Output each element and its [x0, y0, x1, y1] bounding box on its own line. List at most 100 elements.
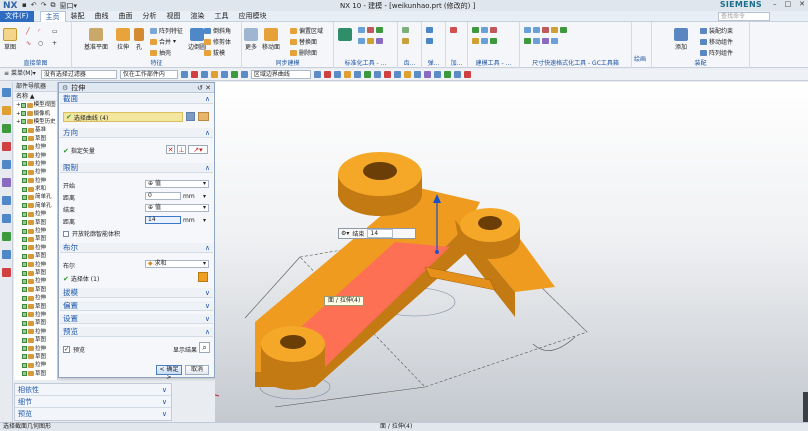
shell-button[interactable]: 抽壳: [150, 48, 171, 57]
select-body-row[interactable]: ✔ 选择体 (1): [63, 274, 99, 284]
snap-icon[interactable]: [343, 71, 351, 78]
reuse-library-icon[interactable]: [2, 142, 11, 151]
navigator-row[interactable]: + 模型历史: [14, 118, 57, 126]
navigator-row[interactable]: 草图: [14, 302, 57, 310]
tab-surface[interactable]: 曲面: [114, 11, 138, 22]
rectangle-tool[interactable]: ▭: [52, 28, 58, 35]
hole-button[interactable]: 孔: [134, 28, 144, 51]
preview-checkbox-row[interactable]: ✓ 预览: [63, 345, 85, 354]
snap-icon[interactable]: [443, 71, 451, 78]
modeling-tool-2[interactable]: [472, 38, 497, 44]
extruded-part[interactable]: [255, 152, 555, 390]
snap-icon[interactable]: [240, 71, 248, 78]
visibility-checkbox[interactable]: [22, 329, 27, 335]
details-panel[interactable]: 细节 ∨: [15, 396, 171, 408]
std-tool-small-2[interactable]: [358, 38, 383, 44]
navigator-row[interactable]: 草图: [14, 336, 57, 344]
preview-header[interactable]: 预览 ∧: [60, 327, 213, 337]
line-tool[interactable]: ╱: [26, 28, 30, 35]
menu-button[interactable]: ≡ 菜单(M)▾: [2, 70, 38, 79]
visibility-checkbox[interactable]: [20, 111, 26, 117]
preview-checkbox[interactable]: ✓: [63, 346, 70, 353]
navigator-row[interactable]: 拉伸: [14, 344, 57, 352]
reverse-direction-icon[interactable]: ✕: [166, 145, 175, 154]
close-icon[interactable]: ✕: [799, 0, 805, 8]
navigator-row[interactable]: 拉伸: [14, 328, 57, 336]
visibility-checkbox[interactable]: [22, 262, 27, 268]
reset-icon[interactable]: ↺: [197, 84, 203, 92]
navigator-row[interactable]: + 摄像机: [14, 109, 57, 117]
assembly-constraints-button[interactable]: 装配约束: [700, 26, 733, 35]
onscreen-end-distance[interactable]: ⚙▾ 结束 14: [338, 228, 416, 239]
visibility-checkbox[interactable]: [22, 203, 27, 209]
visibility-checkbox[interactable]: [22, 194, 27, 200]
navigator-name-column[interactable]: 名称 ▲: [14, 92, 57, 101]
draft-header[interactable]: 拔模 ∨: [60, 288, 213, 298]
model-viewport[interactable]: [215, 82, 808, 422]
command-search-input[interactable]: 查找命令: [718, 12, 770, 21]
add-component-button[interactable]: 添加: [674, 28, 688, 51]
std-tool-button[interactable]: [338, 28, 352, 42]
cancel-button[interactable]: 取消: [185, 365, 209, 375]
replace-face-button[interactable]: 替换面: [290, 37, 317, 46]
end-distance-unit-dropdown[interactable]: ▾: [203, 217, 206, 224]
move-face-button[interactable]: 移动面: [262, 28, 280, 51]
trim-body-button[interactable]: 修剪体: [204, 37, 231, 46]
tab-assembly[interactable]: 装配: [66, 11, 90, 22]
snap-icon[interactable]: [453, 71, 461, 78]
visibility-checkbox[interactable]: [22, 178, 27, 184]
window-menu[interactable]: 窗口▾: [60, 1, 78, 11]
tab-render[interactable]: 渲染: [186, 11, 210, 22]
boolean-select[interactable]: ◆ 求和 ▾: [145, 260, 209, 268]
navigator-row[interactable]: 拉伸: [14, 160, 57, 168]
tab-analysis[interactable]: 分析: [138, 11, 162, 22]
snap-icon[interactable]: [220, 71, 228, 78]
visibility-checkbox[interactable]: [22, 320, 27, 326]
constraint-navigator-icon[interactable]: [2, 124, 11, 133]
end-option-select[interactable]: ⊕ 值 ▾: [145, 204, 209, 212]
gear-tool-2[interactable]: [402, 38, 409, 44]
visibility-checkbox[interactable]: [22, 354, 27, 360]
circle-tool[interactable]: ○: [38, 40, 43, 47]
system-scenes-icon[interactable]: [2, 268, 11, 277]
chamfer-button[interactable]: 倒斜角: [204, 26, 231, 35]
redo-icon[interactable]: ↷: [41, 1, 47, 11]
snap-icon[interactable]: [333, 71, 341, 78]
onscreen-end-input[interactable]: 14: [367, 229, 394, 238]
undo-icon[interactable]: ↶: [31, 1, 37, 11]
snap-icon[interactable]: [363, 71, 371, 78]
navigator-row[interactable]: 拉伸: [14, 151, 57, 159]
visibility-checkbox[interactable]: [22, 127, 27, 133]
end-distance-input[interactable]: 14: [145, 216, 181, 224]
process-studio-icon[interactable]: [2, 214, 11, 223]
curve-rule-dropdown[interactable]: 区域边界曲线: [250, 70, 311, 79]
visibility-checkbox[interactable]: [22, 337, 27, 343]
start-option-select[interactable]: ⊕ 值 ▾: [145, 180, 209, 188]
navigator-row[interactable]: 基准: [14, 126, 57, 134]
file-menu[interactable]: 文件(F): [0, 10, 34, 22]
tab-tools[interactable]: 工具: [210, 11, 234, 22]
navigator-row[interactable]: 草图: [14, 218, 57, 226]
magnifier-icon[interactable]: ⌕: [199, 342, 210, 353]
snap-icon[interactable]: [423, 71, 431, 78]
navigator-row[interactable]: 拉伸: [14, 177, 57, 185]
navigator-row[interactable]: 简单孔: [14, 193, 57, 201]
manufacturing-wizard-icon[interactable]: [2, 232, 11, 241]
assembly-navigator-icon[interactable]: [2, 106, 11, 115]
visibility-checkbox[interactable]: [22, 144, 27, 150]
navigator-row[interactable]: 拉伸: [14, 294, 57, 302]
navigator-row[interactable]: 草图: [14, 319, 57, 327]
navigator-row[interactable]: 草图: [14, 269, 57, 277]
snap-icon[interactable]: [353, 71, 361, 78]
limits-header[interactable]: 限制 ∧: [60, 163, 213, 173]
navigator-row[interactable]: 拉伸: [14, 210, 57, 218]
tab-home[interactable]: 主页: [39, 10, 66, 22]
open-profile-checkbox-row[interactable]: 开放轮廓智能体积: [63, 229, 120, 238]
navigator-row[interactable]: 拉伸: [14, 311, 57, 319]
start-distance-input[interactable]: 0: [145, 192, 181, 200]
visibility-checkbox[interactable]: [22, 371, 27, 377]
arc-tool[interactable]: ◜: [38, 28, 40, 35]
offset-header[interactable]: 偏置 ∨: [60, 301, 213, 311]
gear-tool[interactable]: [402, 27, 409, 33]
visibility-checkbox[interactable]: [22, 346, 27, 352]
